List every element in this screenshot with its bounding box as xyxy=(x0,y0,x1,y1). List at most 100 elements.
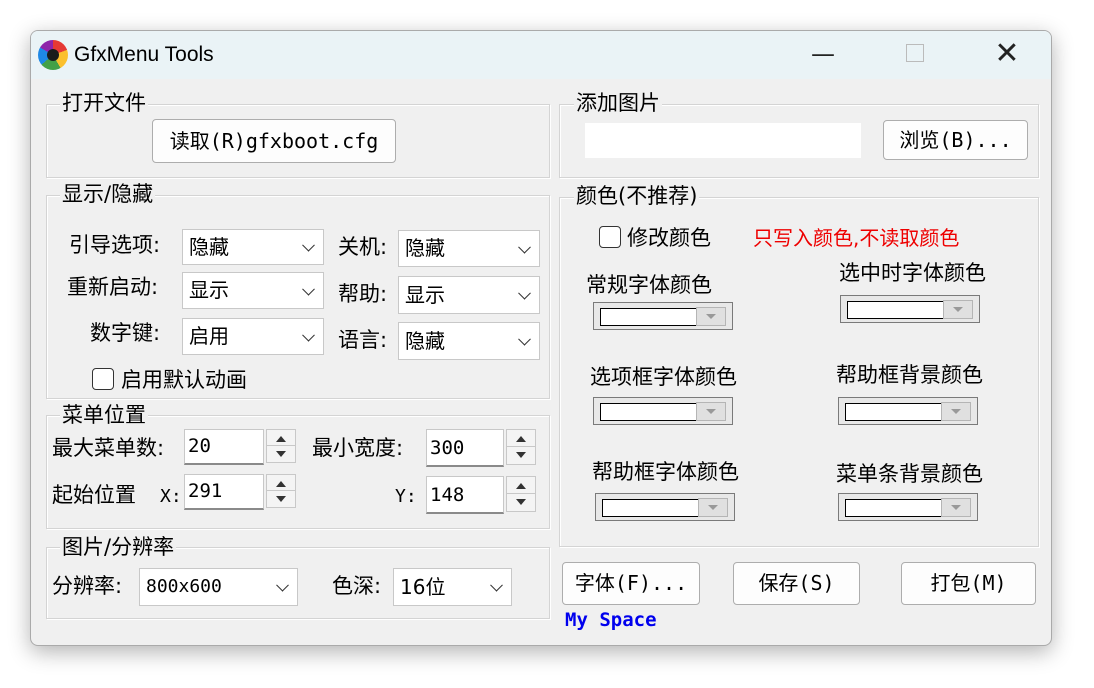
modify-colors-checkbox[interactable] xyxy=(599,226,621,248)
y-input[interactable]: 148 xyxy=(426,476,504,514)
shutdown-label: 关机: xyxy=(338,235,388,259)
option-box-font-color-picker[interactable] xyxy=(593,397,733,425)
max-items-input[interactable]: 20 xyxy=(184,429,264,465)
open-file-legend: 打开文件 xyxy=(60,91,148,115)
help-box-bg-color-picker[interactable] xyxy=(838,397,978,425)
max-items-spinner[interactable] xyxy=(266,429,296,463)
x-input[interactable]: 291 xyxy=(184,474,264,510)
save-button[interactable]: 保存(S) xyxy=(733,562,860,605)
chevron-down-icon xyxy=(276,578,289,592)
shutdown-select[interactable]: 隐藏 xyxy=(398,230,540,267)
numkey-label: 数字键: xyxy=(90,321,161,345)
shutdown-value: 隐藏 xyxy=(405,236,445,260)
resolution-value: 800x600 xyxy=(146,576,222,597)
max-items-value: 20 xyxy=(188,435,211,457)
help-box-font-color-label: 帮助框字体颜色 xyxy=(592,460,739,484)
language-label: 语言: xyxy=(338,328,388,352)
normal-font-color-picker[interactable] xyxy=(593,302,733,330)
y-value: 148 xyxy=(430,484,465,506)
y-label: Y: xyxy=(395,486,417,507)
help-box-bg-color-label: 帮助框背景颜色 xyxy=(836,363,983,387)
colors-warning-text: 只写入颜色,不读取颜色 xyxy=(753,226,960,250)
min-width-label: 最小宽度: xyxy=(312,436,404,460)
main-window: GfxMenu Tools — ✕ 打开文件 读取(R)gfxboot.cfg … xyxy=(30,30,1052,646)
dropdown-arrow-icon[interactable] xyxy=(698,498,728,517)
min-width-input[interactable]: 300 xyxy=(426,429,504,467)
help-select[interactable]: 显示 xyxy=(398,276,540,314)
minimize-button[interactable]: — xyxy=(777,31,869,79)
spin-up-icon[interactable] xyxy=(267,475,295,491)
color-swatch xyxy=(600,403,697,421)
image-path-input[interactable] xyxy=(585,123,861,158)
dropdown-arrow-icon[interactable] xyxy=(696,307,726,326)
spin-up-icon[interactable] xyxy=(507,477,535,494)
spin-down-icon[interactable] xyxy=(267,491,295,507)
close-button[interactable]: ✕ xyxy=(961,31,1051,79)
restart-label: 重新启动: xyxy=(67,275,159,299)
maximize-icon xyxy=(906,44,924,62)
numkey-select[interactable]: 启用 xyxy=(182,318,324,355)
show-hide-legend: 显示/隐藏 xyxy=(60,182,156,206)
x-label: X: xyxy=(160,486,182,507)
dropdown-arrow-icon[interactable] xyxy=(941,498,971,517)
default-animation-label: 启用默认动画 xyxy=(121,368,247,392)
language-select[interactable]: 隐藏 xyxy=(398,322,540,360)
chevron-down-icon xyxy=(490,578,503,592)
help-box-font-color-picker[interactable] xyxy=(595,493,735,521)
dropdown-arrow-icon[interactable] xyxy=(696,402,726,421)
help-label: 帮助: xyxy=(338,282,388,306)
max-items-label: 最大菜单数: xyxy=(52,436,165,460)
x-spinner[interactable] xyxy=(266,474,296,508)
numkey-value: 启用 xyxy=(189,324,229,348)
color-swatch xyxy=(600,308,697,326)
my-space-link[interactable]: My Space xyxy=(565,607,657,633)
resolution-label: 分辨率: xyxy=(52,574,123,598)
maximize-button[interactable] xyxy=(869,31,961,79)
spin-down-icon[interactable] xyxy=(507,494,535,511)
color-swatch xyxy=(845,403,942,421)
restart-select[interactable]: 显示 xyxy=(182,272,324,309)
boot-options-label: 引导选项: xyxy=(69,233,161,257)
depth-label: 色深: xyxy=(332,574,382,598)
chevron-down-icon xyxy=(518,286,531,300)
read-config-button[interactable]: 读取(R)gfxboot.cfg xyxy=(152,119,396,163)
resolution-select[interactable]: 800x600 xyxy=(139,568,298,606)
browse-button[interactable]: 浏览(B)... xyxy=(883,120,1028,160)
modify-colors-label: 修改颜色 xyxy=(627,226,711,250)
title-bar: GfxMenu Tools — ✕ xyxy=(31,31,1051,79)
min-width-value: 300 xyxy=(430,437,465,459)
color-swatch xyxy=(845,499,942,517)
spin-down-icon[interactable] xyxy=(507,447,535,464)
normal-font-color-label: 常规字体颜色 xyxy=(586,273,712,297)
selected-font-color-picker[interactable] xyxy=(840,295,980,323)
colors-legend: 颜色(不推荐) xyxy=(574,184,700,208)
window-title: GfxMenu Tools xyxy=(74,43,214,66)
language-value: 隐藏 xyxy=(405,329,445,353)
chevron-down-icon xyxy=(518,332,531,346)
chevron-down-icon xyxy=(302,282,315,296)
restart-value: 显示 xyxy=(189,278,229,302)
default-animation-checkbox[interactable] xyxy=(92,368,114,390)
menubar-bg-color-label: 菜单条背景颜色 xyxy=(836,462,983,486)
min-width-spinner[interactable] xyxy=(506,429,536,465)
boot-options-value: 隐藏 xyxy=(189,235,229,259)
spin-up-icon[interactable] xyxy=(507,430,535,447)
image-resolution-legend: 图片/分辨率 xyxy=(60,535,177,559)
color-swatch xyxy=(602,499,699,517)
depth-value: 16位 xyxy=(400,575,446,599)
spin-down-icon[interactable] xyxy=(267,446,295,462)
color-swatch xyxy=(847,301,944,319)
boot-options-select[interactable]: 隐藏 xyxy=(182,229,324,265)
spin-up-icon[interactable] xyxy=(267,430,295,446)
font-button[interactable]: 字体(F)... xyxy=(562,562,700,605)
start-position-label: 起始位置 xyxy=(52,483,136,507)
y-spinner[interactable] xyxy=(506,476,536,512)
help-value: 显示 xyxy=(405,283,445,307)
chevron-down-icon xyxy=(302,238,315,252)
dropdown-arrow-icon[interactable] xyxy=(941,402,971,421)
pack-button[interactable]: 打包(M) xyxy=(901,562,1036,605)
menu-position-legend: 菜单位置 xyxy=(60,403,148,427)
depth-select[interactable]: 16位 xyxy=(393,568,512,606)
dropdown-arrow-icon[interactable] xyxy=(943,300,973,319)
menubar-bg-color-picker[interactable] xyxy=(838,493,978,521)
